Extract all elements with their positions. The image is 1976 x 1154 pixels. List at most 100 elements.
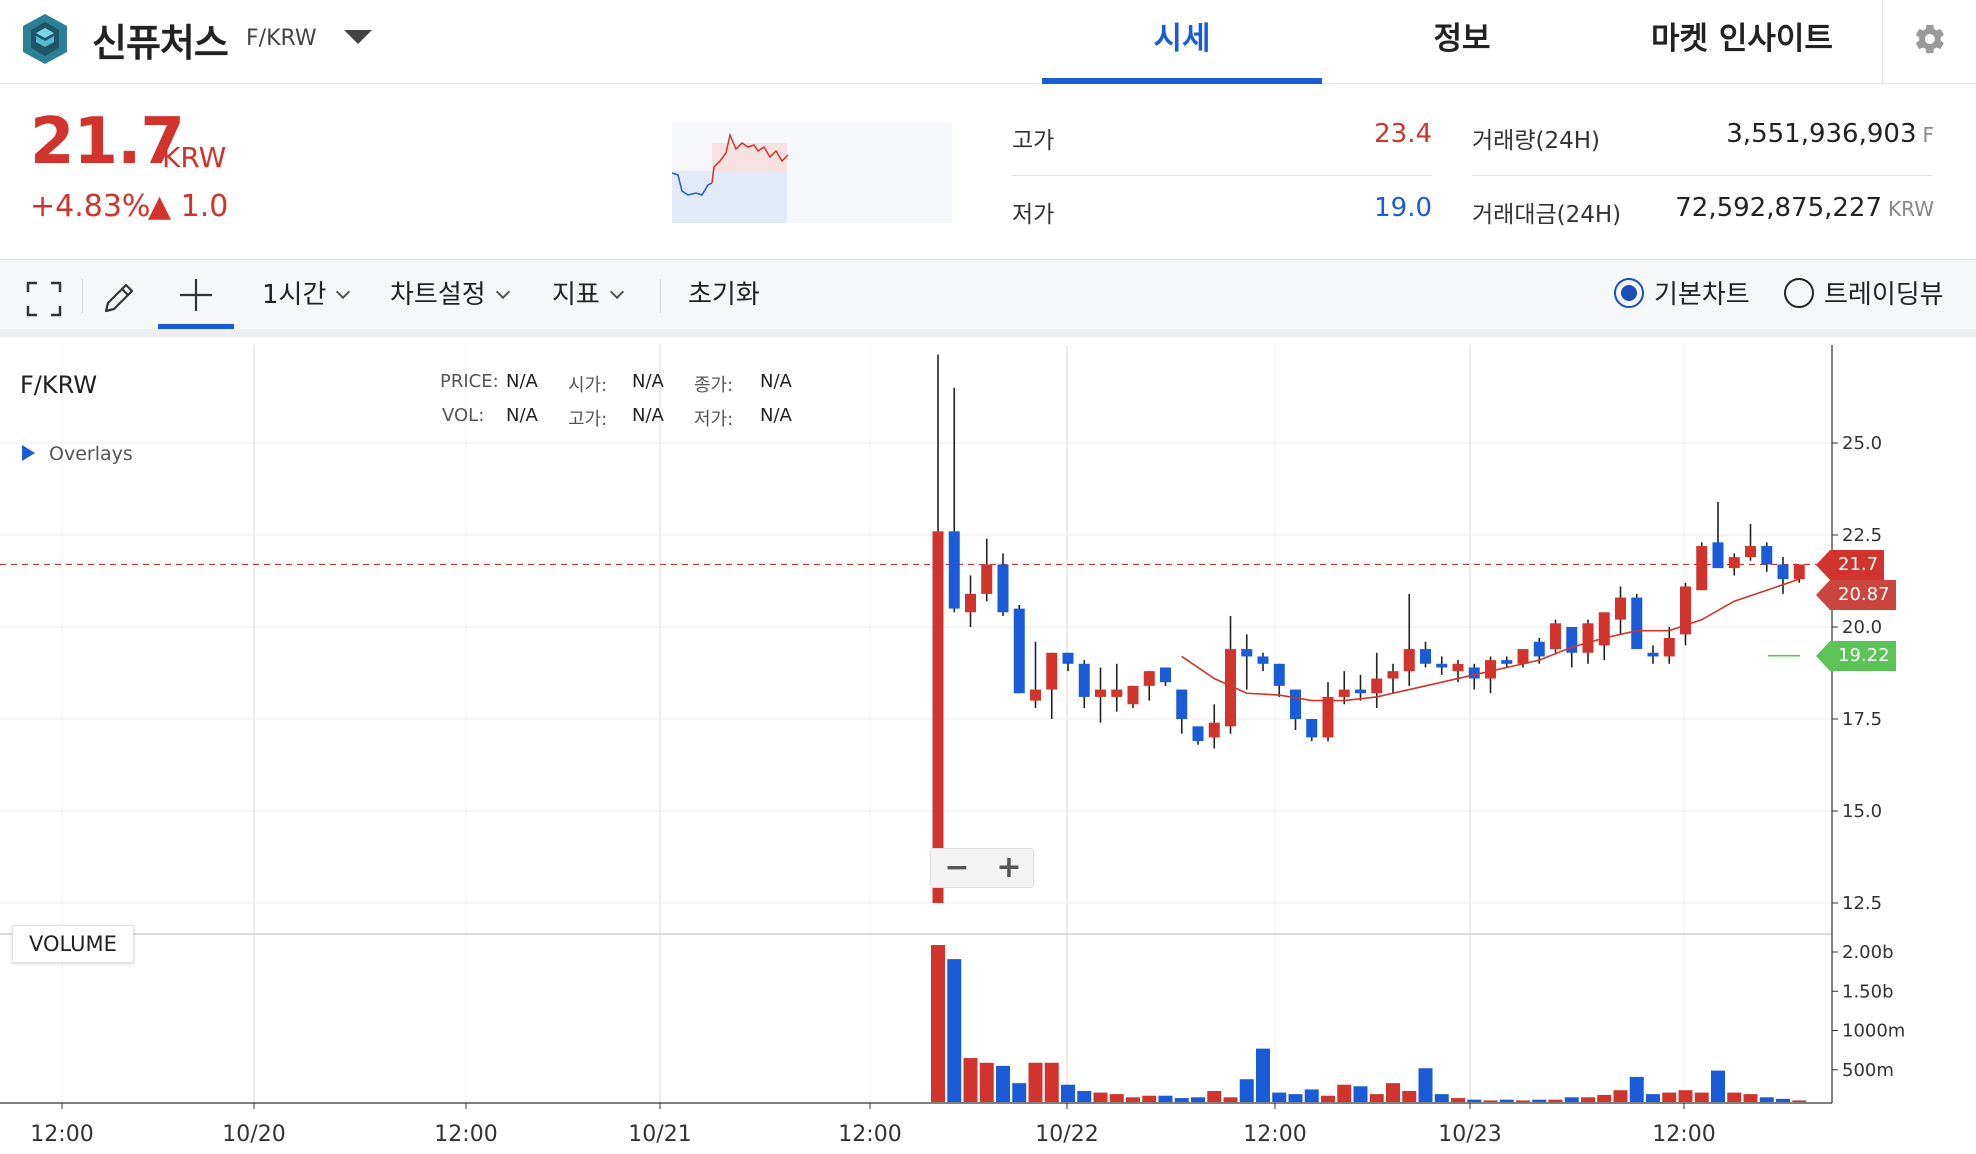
crosshair-button[interactable] (158, 261, 234, 329)
moving-average-tag: 20.87 (1816, 580, 1896, 610)
y-tick-label: 12.5 (1842, 893, 1882, 914)
y-tick-label: 15.0 (1842, 801, 1882, 822)
volume-bar (1353, 1086, 1368, 1102)
candle-body (1387, 671, 1399, 679)
volume-bar (1337, 1084, 1352, 1102)
volume-tick-label: 1000m (1842, 1021, 1905, 1042)
secondary-price-tag: 19.22 (1816, 641, 1896, 671)
tab-market-insight[interactable]: 마켓 인사이트 (1602, 0, 1882, 84)
volume-bar (1629, 1076, 1644, 1102)
ohlc-vol-value: N/A (506, 405, 538, 426)
tab-info[interactable]: 정보 (1322, 0, 1602, 84)
candle-body (1176, 689, 1188, 719)
volume-bar (1451, 1098, 1465, 1102)
high-label: 고가 (1012, 128, 1055, 154)
zoom-in-button[interactable]: + (983, 849, 1035, 889)
candle-body (1095, 689, 1106, 697)
volume-bar (1191, 1097, 1205, 1102)
toolbar-separator (82, 279, 83, 313)
chart-toolbar: 1시간 차트설정 지표 초기화 기본차트 트레이딩뷰 (0, 261, 1976, 337)
toolbar-separator (660, 279, 661, 313)
volume-bar (1727, 1092, 1742, 1102)
volume-24h-number: 3,551,936,903 (1726, 119, 1917, 149)
candle-body (1582, 623, 1594, 653)
candle-body (1598, 612, 1610, 646)
volume-pane-label: VOLUME (12, 925, 134, 963)
amount-24h-value: 72,592,875,227 KRW (1600, 193, 1934, 223)
candle-body (1777, 564, 1789, 580)
volume-bar (1467, 1099, 1482, 1102)
volume-bar (1516, 1100, 1530, 1102)
candle-body (1322, 696, 1334, 738)
crosshair-icon (180, 279, 212, 311)
change-rate: +4.83% (30, 189, 151, 224)
volume-24h-value: 3,551,936,903 F (1600, 119, 1934, 149)
interval-label: 1시간 (262, 280, 327, 310)
coin-pair: F/KRW (246, 26, 317, 51)
ohlc-open-label: 시가: (568, 375, 608, 396)
candle-body (948, 531, 960, 609)
coin-name: 신퓨처스 (92, 21, 229, 65)
current-price: 21.7 (30, 105, 185, 179)
candle-body (1306, 719, 1318, 738)
candle-body (981, 564, 993, 594)
coin-logo-icon (23, 14, 67, 64)
volume-bar (1028, 1062, 1043, 1102)
view-basic-label: 기본차트 (1654, 280, 1750, 310)
chevron-down-icon (495, 284, 510, 300)
volume-bar (1532, 1099, 1547, 1102)
fullscreen-icon[interactable] (26, 281, 62, 317)
candle-body (1533, 641, 1545, 657)
candle-body (1290, 689, 1301, 719)
candle-body (1517, 649, 1529, 664)
overlays-toggle[interactable]: Overlays (22, 443, 133, 465)
chart-settings-dropdown[interactable]: 차트설정 (390, 261, 510, 329)
volume-bar (1776, 1098, 1790, 1102)
indicators-label: 지표 (552, 280, 600, 310)
volume-bar (1174, 1098, 1189, 1102)
view-trading-radio[interactable]: 트레이딩뷰 (1784, 261, 1944, 329)
chart-symbol: F/KRW (20, 371, 98, 399)
chart-settings-label: 차트설정 (390, 280, 486, 310)
zoom-out-button[interactable]: − (931, 849, 983, 889)
volume-bar (1434, 1094, 1449, 1102)
pencil-icon[interactable] (100, 279, 138, 317)
volume-bar (1093, 1092, 1108, 1102)
candle-body (1663, 638, 1675, 657)
volume-tick-label: 2.00b (1842, 942, 1894, 963)
interval-dropdown[interactable]: 1시간 (262, 261, 351, 329)
gear-icon (1915, 24, 1944, 54)
x-tick-label: 12:00 (1652, 1122, 1715, 1147)
candle-body (1631, 597, 1643, 650)
ohlc-low-value: N/A (760, 405, 792, 426)
settings-button[interactable] (1882, 0, 1976, 84)
x-tick-label: 10/20 (222, 1122, 285, 1147)
candle-body (1143, 671, 1155, 686)
reset-button[interactable]: 초기화 (688, 261, 760, 329)
chevron-down-icon (336, 284, 351, 300)
ohlc-low-label: 저가: (694, 409, 734, 430)
view-basic-radio[interactable]: 기본차트 (1614, 261, 1750, 329)
pair-dropdown-caret-icon[interactable] (344, 30, 372, 44)
amount-24h-unit: KRW (1888, 197, 1934, 221)
volume-bar (1711, 1070, 1725, 1102)
ohlc-open-value: N/A (632, 371, 664, 392)
change-value: ▲ 1.0 (148, 189, 229, 224)
candle-body (1062, 652, 1074, 664)
indicators-dropdown[interactable]: 지표 (552, 261, 624, 329)
price-chart[interactable]: 25.0 22.5 20.0 17.5 15.0 12.5 2.00b 1.50b 1000m 5… (0, 345, 1976, 1154)
ohlc-high-label: 고가: (568, 409, 608, 430)
volume-bar (1646, 1094, 1660, 1102)
volume-bar (963, 1058, 978, 1102)
high-value: 23.4 (1374, 119, 1432, 149)
candle-body (1436, 663, 1448, 668)
tab-price[interactable]: 시세 (1042, 0, 1322, 84)
chart-canvas[interactable]: 25.0 22.5 20.0 17.5 15.0 12.5 2.00b 1.50b 1000m 5… (0, 345, 1976, 1154)
candle-body (1761, 546, 1773, 565)
candle-body (1403, 649, 1415, 672)
volume-bar (1207, 1091, 1222, 1102)
candle-body (1712, 542, 1724, 569)
low-label: 저가 (1012, 202, 1055, 228)
candle-body (1696, 546, 1708, 591)
volume-bar (1272, 1092, 1287, 1102)
